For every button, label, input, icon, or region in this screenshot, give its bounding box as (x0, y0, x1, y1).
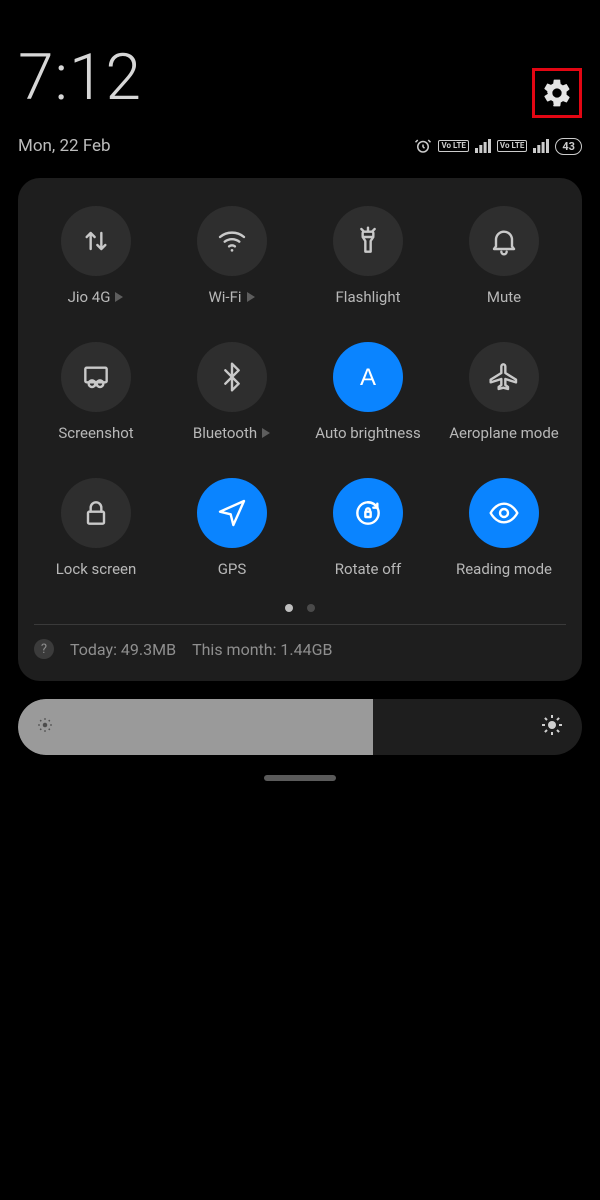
tile-label: Mute (487, 288, 521, 306)
page-dot-1[interactable] (285, 604, 293, 612)
tile-label: Wi-Fi (208, 288, 255, 306)
brightness-high-icon (540, 713, 564, 741)
letter-a-icon: A (333, 342, 403, 412)
tile-label: Bluetooth (193, 424, 271, 442)
tile-label: GPS (218, 560, 247, 578)
bluetooth-icon (197, 342, 267, 412)
tile-wifi[interactable]: Wi-Fi (164, 206, 300, 306)
tile-label: Aeroplane mode (449, 424, 559, 442)
eye-icon (469, 478, 539, 548)
quick-settings-panel: Jio 4G Wi-Fi Flashlight Mute Screenshot Bluet… (18, 178, 582, 681)
brightness-low-icon (36, 716, 54, 738)
bell-icon (469, 206, 539, 276)
volte-badge-1: Vo LTE (438, 140, 468, 152)
home-indicator[interactable] (264, 775, 336, 781)
tile-lock[interactable]: Lock screen (28, 478, 164, 578)
chevron-right-icon (262, 428, 270, 438)
tile-flashlight[interactable]: Flashlight (300, 206, 436, 306)
data-usage-row[interactable]: ? Today: 49.3MB This month: 1.44GB (28, 625, 572, 665)
tile-label: Rotate off (335, 560, 401, 578)
airplane-icon (469, 342, 539, 412)
tile-label: Jio 4G (68, 288, 125, 306)
flashlight-icon (333, 206, 403, 276)
signal-icon-1 (475, 139, 491, 153)
tile-label: Flashlight (336, 288, 401, 306)
tile-rotate[interactable]: Rotate off (300, 478, 436, 578)
usage-month: This month: 1.44GB (192, 640, 332, 659)
signal-icon-2 (533, 139, 549, 153)
tile-screenshot[interactable]: Screenshot (28, 342, 164, 442)
tile-gps[interactable]: GPS (164, 478, 300, 578)
settings-button[interactable] (532, 68, 582, 118)
volte-badge-2: Vo LTE (497, 140, 527, 152)
chevron-right-icon (247, 292, 255, 302)
page-dots (28, 604, 572, 612)
data-arrows-icon (61, 206, 131, 276)
lock-icon (61, 478, 131, 548)
tile-label: Reading mode (456, 560, 552, 578)
tile-auto-bright[interactable]: A Auto brightness (300, 342, 436, 442)
help-icon: ? (34, 639, 54, 659)
tile-airplane[interactable]: Aeroplane mode (436, 342, 572, 442)
status-bar: Vo LTE Vo LTE 43 (414, 137, 582, 155)
tile-label: Screenshot (58, 424, 133, 442)
clock-time: 7:12 (18, 46, 142, 110)
chevron-right-icon (115, 292, 123, 302)
tile-reading[interactable]: Reading mode (436, 478, 572, 578)
wifi-icon (197, 206, 267, 276)
rotate-lock-icon (333, 478, 403, 548)
svg-text:A: A (360, 364, 376, 391)
tile-label: Auto brightness (315, 424, 420, 442)
alarm-icon (414, 137, 432, 155)
date-label: Mon, 22 Feb (18, 136, 111, 156)
battery-badge: 43 (555, 138, 582, 155)
screenshot-icon (61, 342, 131, 412)
tile-mobile-data[interactable]: Jio 4G (28, 206, 164, 306)
usage-today: Today: 49.3MB (70, 640, 176, 659)
brightness-slider[interactable] (18, 699, 582, 755)
location-icon (197, 478, 267, 548)
tile-label: Lock screen (56, 560, 137, 578)
page-dot-2[interactable] (307, 604, 315, 612)
tile-bluetooth[interactable]: Bluetooth (164, 342, 300, 442)
gear-icon (541, 77, 573, 109)
tile-mute[interactable]: Mute (436, 206, 572, 306)
